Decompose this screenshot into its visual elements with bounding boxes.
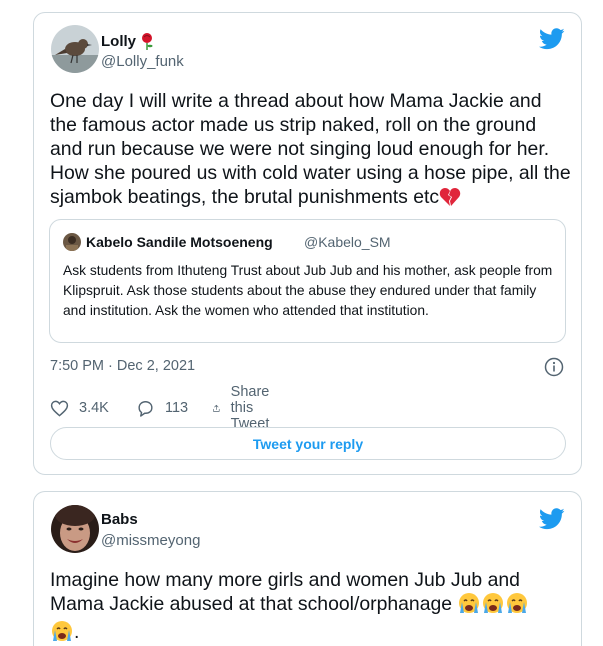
reply-icon bbox=[138, 400, 153, 417]
handle[interactable]: @missmeyong bbox=[101, 532, 200, 549]
share-button[interactable]: Share this Tweet bbox=[212, 384, 280, 432]
quoted-text: Ask students from Ithuteng Trust about J… bbox=[63, 263, 553, 318]
avatar[interactable] bbox=[51, 25, 99, 73]
reply-count: 113 bbox=[165, 400, 189, 416]
share-label: Share this Tweet bbox=[230, 384, 270, 432]
tweet-text: Imagine how many more girls and women Ju… bbox=[50, 568, 572, 646]
quoted-display-name: Kabelo Sandile Motsoeneng bbox=[86, 234, 273, 250]
crying-face-emoji bbox=[457, 592, 481, 620]
quoted-handle: @Kabelo_SM bbox=[304, 234, 391, 250]
tweet-card[interactable]: Lolly @Lolly_funk One day I will write a… bbox=[33, 12, 582, 475]
twitter-bird-icon[interactable] bbox=[539, 508, 565, 530]
twitter-bird-icon[interactable] bbox=[539, 28, 565, 50]
quoted-tweet[interactable]: Kabelo Sandile Motsoeneng @Kabelo_SM Ask… bbox=[49, 219, 566, 343]
handle[interactable]: @Lolly_funk bbox=[101, 53, 184, 70]
display-name[interactable]: Babs bbox=[101, 511, 138, 528]
tweet-timestamp[interactable]: 7:50 PM · Dec 2, 2021 bbox=[50, 358, 195, 374]
display-name-text: Lolly bbox=[101, 33, 137, 50]
avatar[interactable] bbox=[51, 505, 99, 553]
like-count: 3.4K bbox=[79, 400, 109, 416]
display-name[interactable]: Lolly bbox=[101, 32, 154, 54]
tweet-card[interactable]: Babs @missmeyong Imagine how many more g… bbox=[33, 491, 582, 646]
quoted-avatar bbox=[63, 233, 81, 251]
tweet-text-period: . bbox=[74, 621, 80, 643]
share-icon bbox=[213, 404, 220, 412]
tweet-text: One day I will write a thread about how … bbox=[50, 89, 572, 213]
broken-heart-emoji bbox=[439, 187, 461, 213]
crying-face-emoji bbox=[481, 592, 505, 620]
crying-face-emoji bbox=[505, 592, 529, 620]
crying-face-emoji bbox=[50, 620, 74, 646]
tweet-your-reply-button[interactable]: Tweet your reply bbox=[50, 427, 566, 460]
reply-button[interactable]: 113 bbox=[136, 397, 188, 419]
info-icon[interactable] bbox=[544, 357, 564, 377]
rose-emoji bbox=[140, 32, 154, 54]
heart-icon bbox=[50, 400, 69, 417]
like-button[interactable]: 3.4K bbox=[50, 397, 109, 419]
